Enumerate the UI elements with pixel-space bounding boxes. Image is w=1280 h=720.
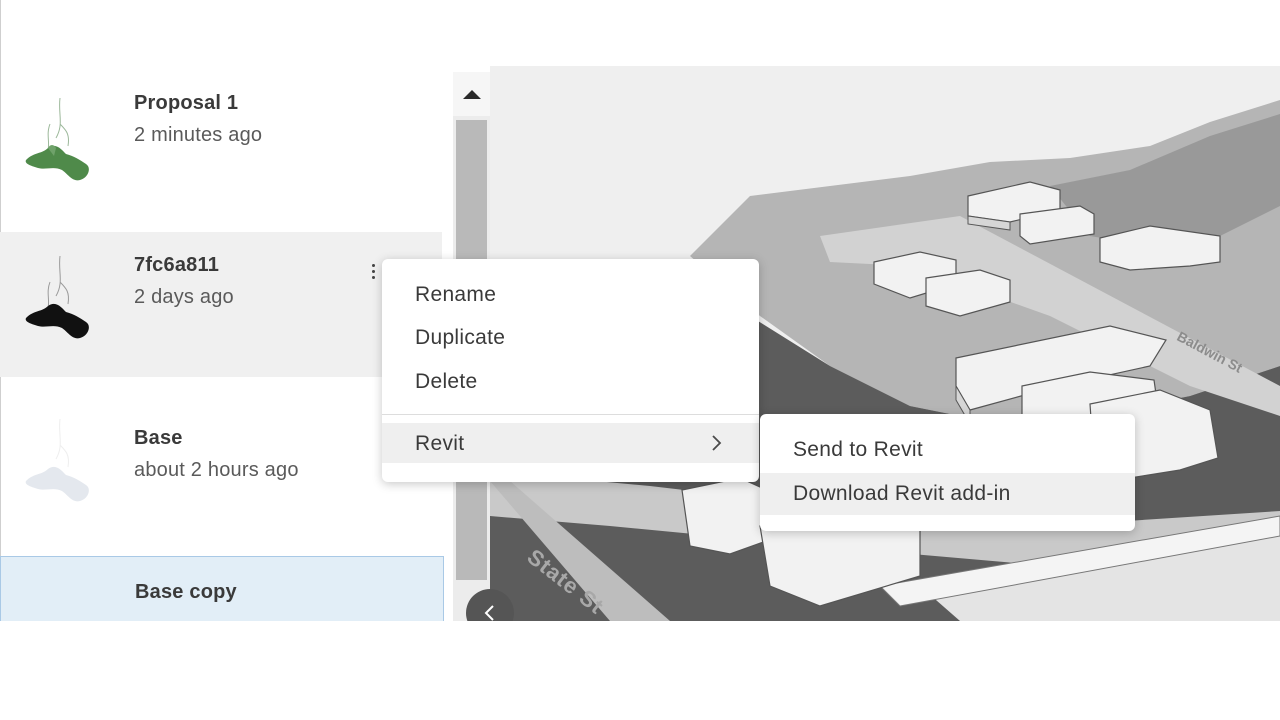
proposal-item-7fc6a811[interactable]: 7fc6a811 2 days ago [0,232,442,377]
menu-item-label: Download Revit add-in [793,482,1011,505]
menu-item-send-to-revit[interactable]: Send to Revit [760,429,1135,469]
proposal-item-base-copy[interactable]: Base copy [0,556,444,621]
menu-item-rename[interactable]: Rename [382,274,759,314]
more-options-icon[interactable] [362,256,384,286]
proposal-list: Proposal 1 2 minutes ago 7fc6a811 2 days… [0,68,444,621]
proposal-time: 2 minutes ago [134,124,263,146]
proposal-context-menu: Rename Duplicate Delete Revit [382,259,759,482]
menu-item-label: Duplicate [415,326,506,349]
menu-item-label: Send to Revit [793,438,923,461]
site-thumbnail-icon [25,418,89,502]
menu-item-download-revit-add-in[interactable]: Download Revit add-in [760,473,1135,515]
site-thumbnail-icon [25,255,89,339]
menu-item-delete[interactable]: Delete [382,361,759,401]
proposal-item-proposal-1[interactable]: Proposal 1 2 minutes ago [0,68,442,230]
revit-submenu: Send to Revit Download Revit add-in [760,414,1135,531]
proposal-item-base[interactable]: Base about 2 hours ago [0,377,442,555]
proposal-name: Proposal 1 [134,92,239,114]
proposal-time: 2 days ago [134,286,234,308]
chevron-right-icon [712,435,722,451]
menu-divider [382,414,759,415]
scroll-up-button[interactable] [453,72,490,116]
proposal-name: Base [134,427,183,449]
site-thumbnail-icon [25,97,89,181]
menu-item-label: Revit [415,432,465,455]
proposal-name: 7fc6a811 [134,254,220,276]
chevron-left-icon [484,605,494,621]
proposal-name: Base copy [135,581,237,603]
triangle-up-icon [462,89,481,99]
menu-item-duplicate[interactable]: Duplicate [382,317,759,357]
proposal-time: about 2 hours ago [134,459,299,481]
menu-item-revit[interactable]: Revit [382,423,759,463]
menu-item-label: Delete [415,370,478,393]
menu-item-label: Rename [415,283,497,306]
bottom-blank-area [0,621,1280,720]
